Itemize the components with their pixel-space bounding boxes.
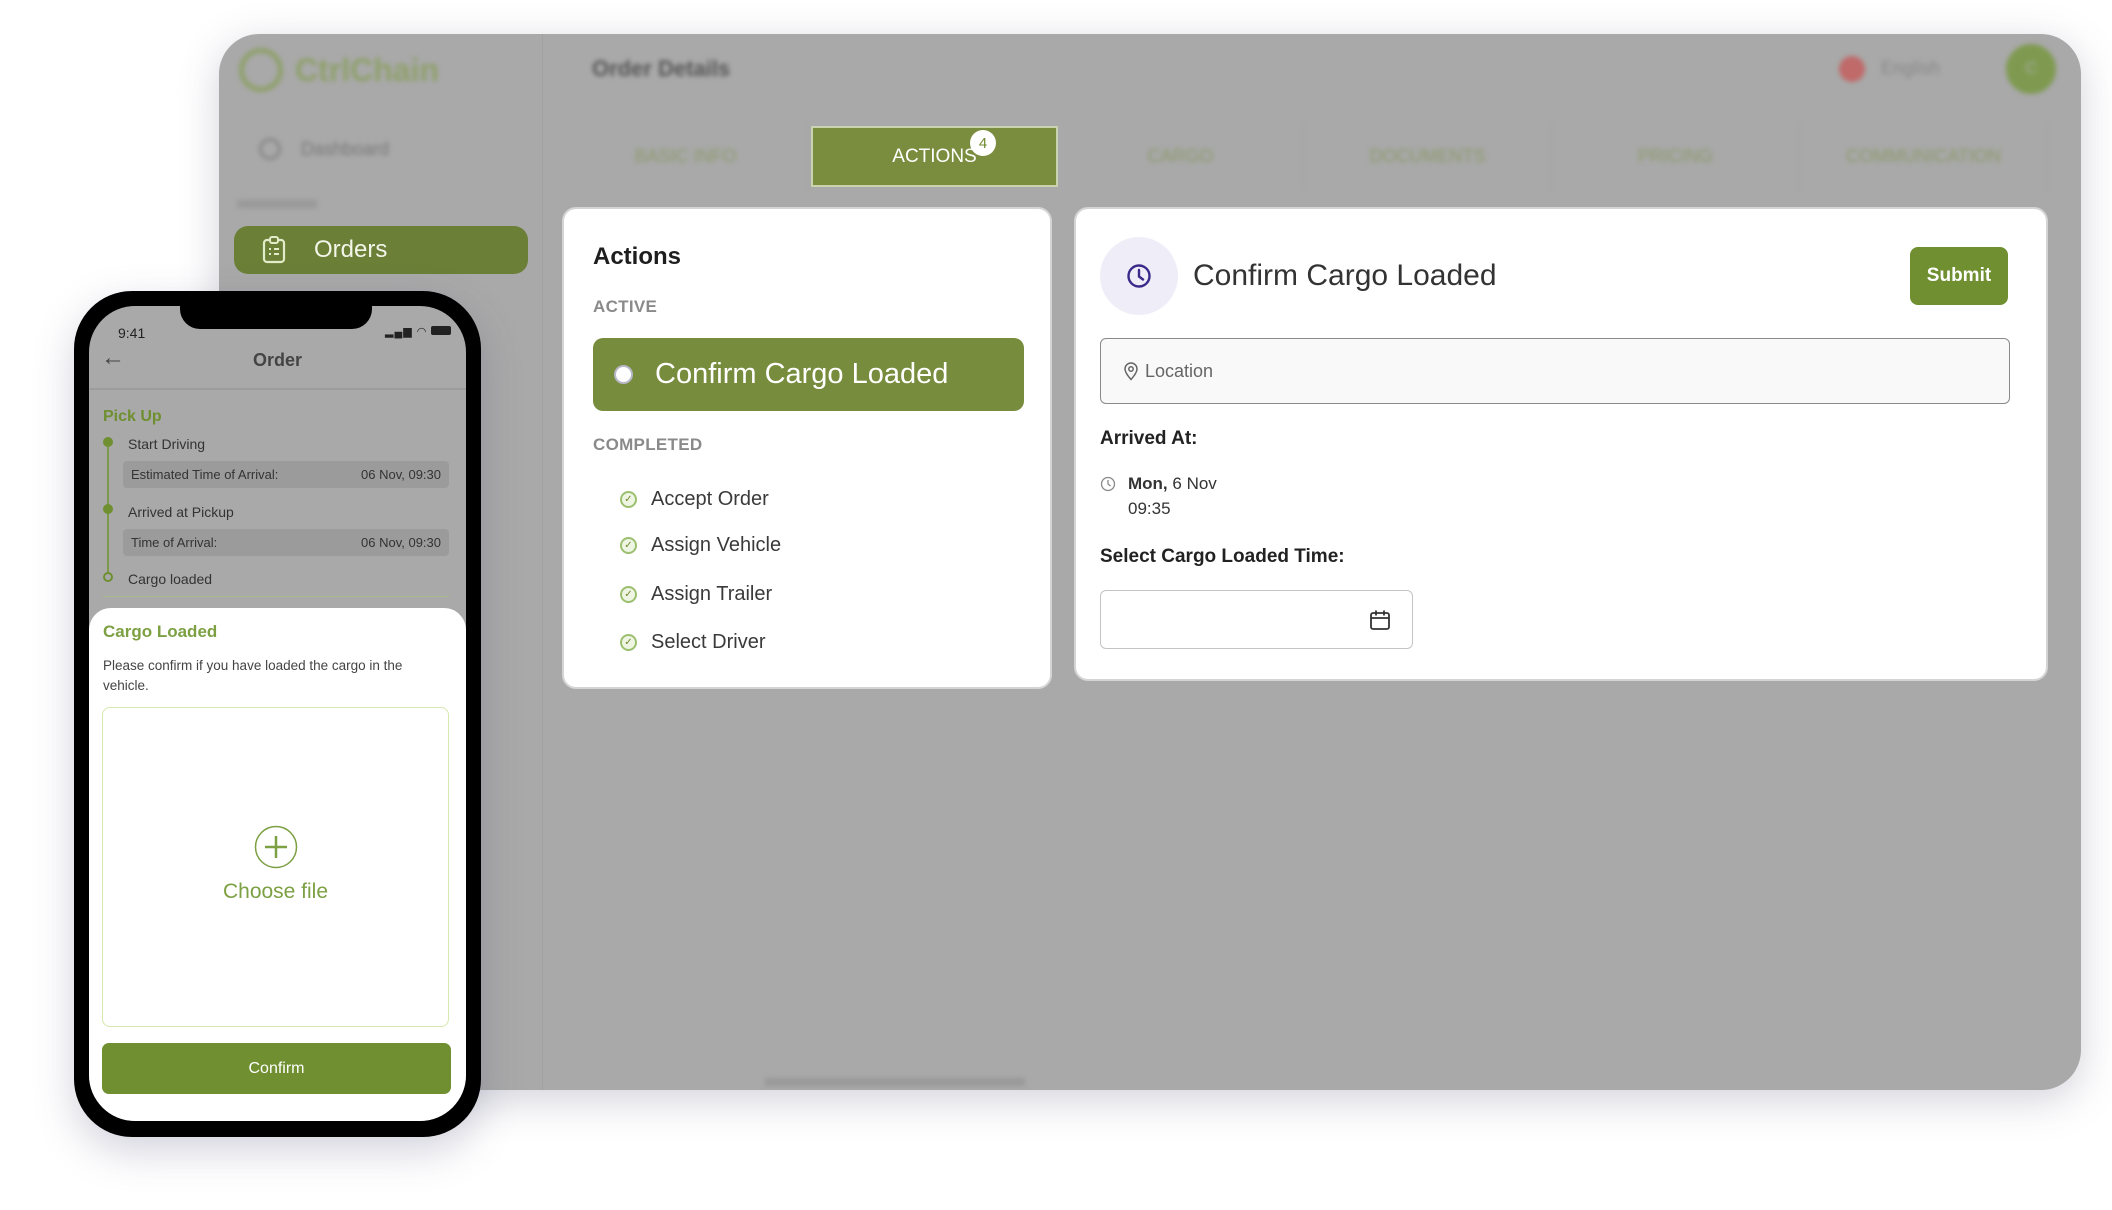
select-time-label: Select Cargo Loaded Time: [1100, 546, 1345, 567]
info-label: Estimated Time of Arrival: [131, 467, 279, 482]
flag-icon [1839, 56, 1865, 82]
active-section-label: ACTIVE [593, 297, 658, 316]
sidebar-section-label [237, 200, 317, 208]
header-divider [89, 388, 466, 390]
check-circle-icon: ✓ [620, 491, 637, 508]
tab-cargo[interactable]: CARGO [1058, 126, 1304, 187]
sidebar-divider [542, 34, 543, 1090]
timeline-dot-pending [103, 572, 113, 582]
status-time: 9:41 [118, 325, 146, 341]
location-placeholder: Location [1145, 360, 1214, 381]
arrived-day: Mon, [1128, 474, 1168, 493]
actions-panel: Actions ACTIVE Confirm Cargo Loaded COMP… [562, 207, 1052, 689]
notch [180, 306, 372, 329]
pickup-section-title: Pick Up [103, 408, 162, 425]
item-label: Accept Order [651, 488, 769, 510]
mobile-header-title: Order [252, 350, 303, 370]
timeline-dot [103, 437, 113, 447]
clock-badge [1100, 237, 1178, 315]
logo-icon [239, 48, 283, 92]
check-circle-icon: ✓ [620, 537, 637, 554]
arrived-time: 09:35 [1128, 499, 1171, 518]
clock-small-icon [1100, 476, 1116, 492]
mobile-phone-mockup: 9:41 ▂▄▆ ◠ ← Order Pick Up Start Driving… [74, 291, 481, 1137]
action-detail-panel: Confirm Cargo Loaded Submit Location Arr… [1074, 207, 2048, 681]
tab-documents[interactable]: DOCUMENTS [1305, 126, 1551, 187]
step-label: Start Driving [128, 436, 206, 452]
divider [103, 596, 449, 597]
sidebar-item-dashboard[interactable]: Dashboard [259, 138, 389, 160]
completed-section-label: COMPLETED [593, 435, 703, 454]
item-label: Select Driver [651, 631, 766, 653]
active-action-item[interactable]: Confirm Cargo Loaded [593, 338, 1024, 411]
clock-icon [1127, 264, 1151, 288]
arrived-day-date: 6 Nov [1172, 474, 1217, 493]
mobile-screen: 9:41 ▂▄▆ ◠ ← Order Pick Up Start Driving… [89, 306, 466, 1121]
active-action-label: Confirm Cargo Loaded [655, 358, 949, 390]
tab-communication[interactable]: COMMUNICATION [1801, 126, 2047, 187]
info-label: Time of Arrival: [131, 535, 218, 550]
avatar[interactable]: C [2006, 44, 2056, 94]
tab-basic-info[interactable]: BASIC INFO [563, 126, 809, 187]
radio-icon [614, 365, 633, 384]
calendar-icon[interactable] [1369, 609, 1391, 631]
sidebar-item-label: Dashboard [301, 138, 390, 159]
item-label: Assign Vehicle [651, 534, 782, 556]
language-selector[interactable]: English [1881, 58, 1940, 79]
tab-badge: 4 [970, 130, 996, 156]
arrived-at-label: Arrived At: [1100, 428, 1198, 449]
completed-item[interactable]: ✓ Accept Order [620, 488, 769, 511]
completed-item[interactable]: ✓ Assign Vehicle [620, 534, 781, 557]
bottom-sheet: Cargo Loaded Please confirm if you have … [89, 608, 466, 1121]
sheet-title: Cargo Loaded [103, 622, 218, 641]
location-input[interactable]: Location [1100, 338, 2010, 404]
sidebar-item-orders[interactable]: Orders [234, 226, 528, 274]
plus-circle-icon [254, 825, 298, 869]
arrived-date: Mon, 6 Nov [1128, 474, 1217, 494]
step-label: Cargo loaded [128, 571, 213, 587]
actions-title: Actions [593, 243, 682, 270]
tab-pricing[interactable]: PRICING [1553, 126, 1799, 187]
cargo-loaded-time-picker[interactable] [1100, 590, 1413, 649]
dashboard-icon [259, 138, 281, 160]
sheet-text: Please confirm if you have loaded the ca… [103, 658, 403, 693]
choose-file-label: Choose file [222, 880, 329, 903]
info-value: 06 Nov, 09:30 [361, 535, 441, 550]
status-icons: ▂▄▆ ◠ [385, 325, 452, 338]
brand-name: CtrlChain [295, 52, 439, 88]
location-pin-icon [1124, 362, 1138, 381]
tab-label: ACTIONS [892, 145, 977, 167]
file-upload-area[interactable]: Choose file [102, 707, 449, 1027]
completed-item[interactable]: ✓ Select Driver [620, 631, 765, 654]
completed-item[interactable]: ✓ Assign Trailer [620, 583, 772, 606]
step-label: Arrived at Pickup [128, 504, 234, 520]
sidebar-item-label: Orders [314, 236, 388, 263]
page-title: Order Details [592, 56, 731, 81]
eta-info: Estimated Time of Arrival: 06 Nov, 09:30 [123, 461, 449, 488]
item-label: Assign Trailer [651, 583, 773, 605]
check-circle-icon: ✓ [620, 634, 637, 651]
confirm-button[interactable]: Confirm [102, 1043, 451, 1094]
timeline-dot [103, 504, 113, 514]
info-value: 06 Nov, 09:30 [361, 467, 441, 482]
arrival-info: Time of Arrival: 06 Nov, 09:30 [123, 529, 449, 556]
tab-actions[interactable]: ACTIONS 4 [811, 126, 1058, 187]
clipboard-icon [262, 236, 286, 264]
check-circle-icon: ✓ [620, 586, 637, 603]
detail-title: Confirm Cargo Loaded [1193, 259, 1497, 292]
footer-text [765, 1078, 1025, 1086]
submit-button[interactable]: Submit [1910, 247, 2008, 305]
